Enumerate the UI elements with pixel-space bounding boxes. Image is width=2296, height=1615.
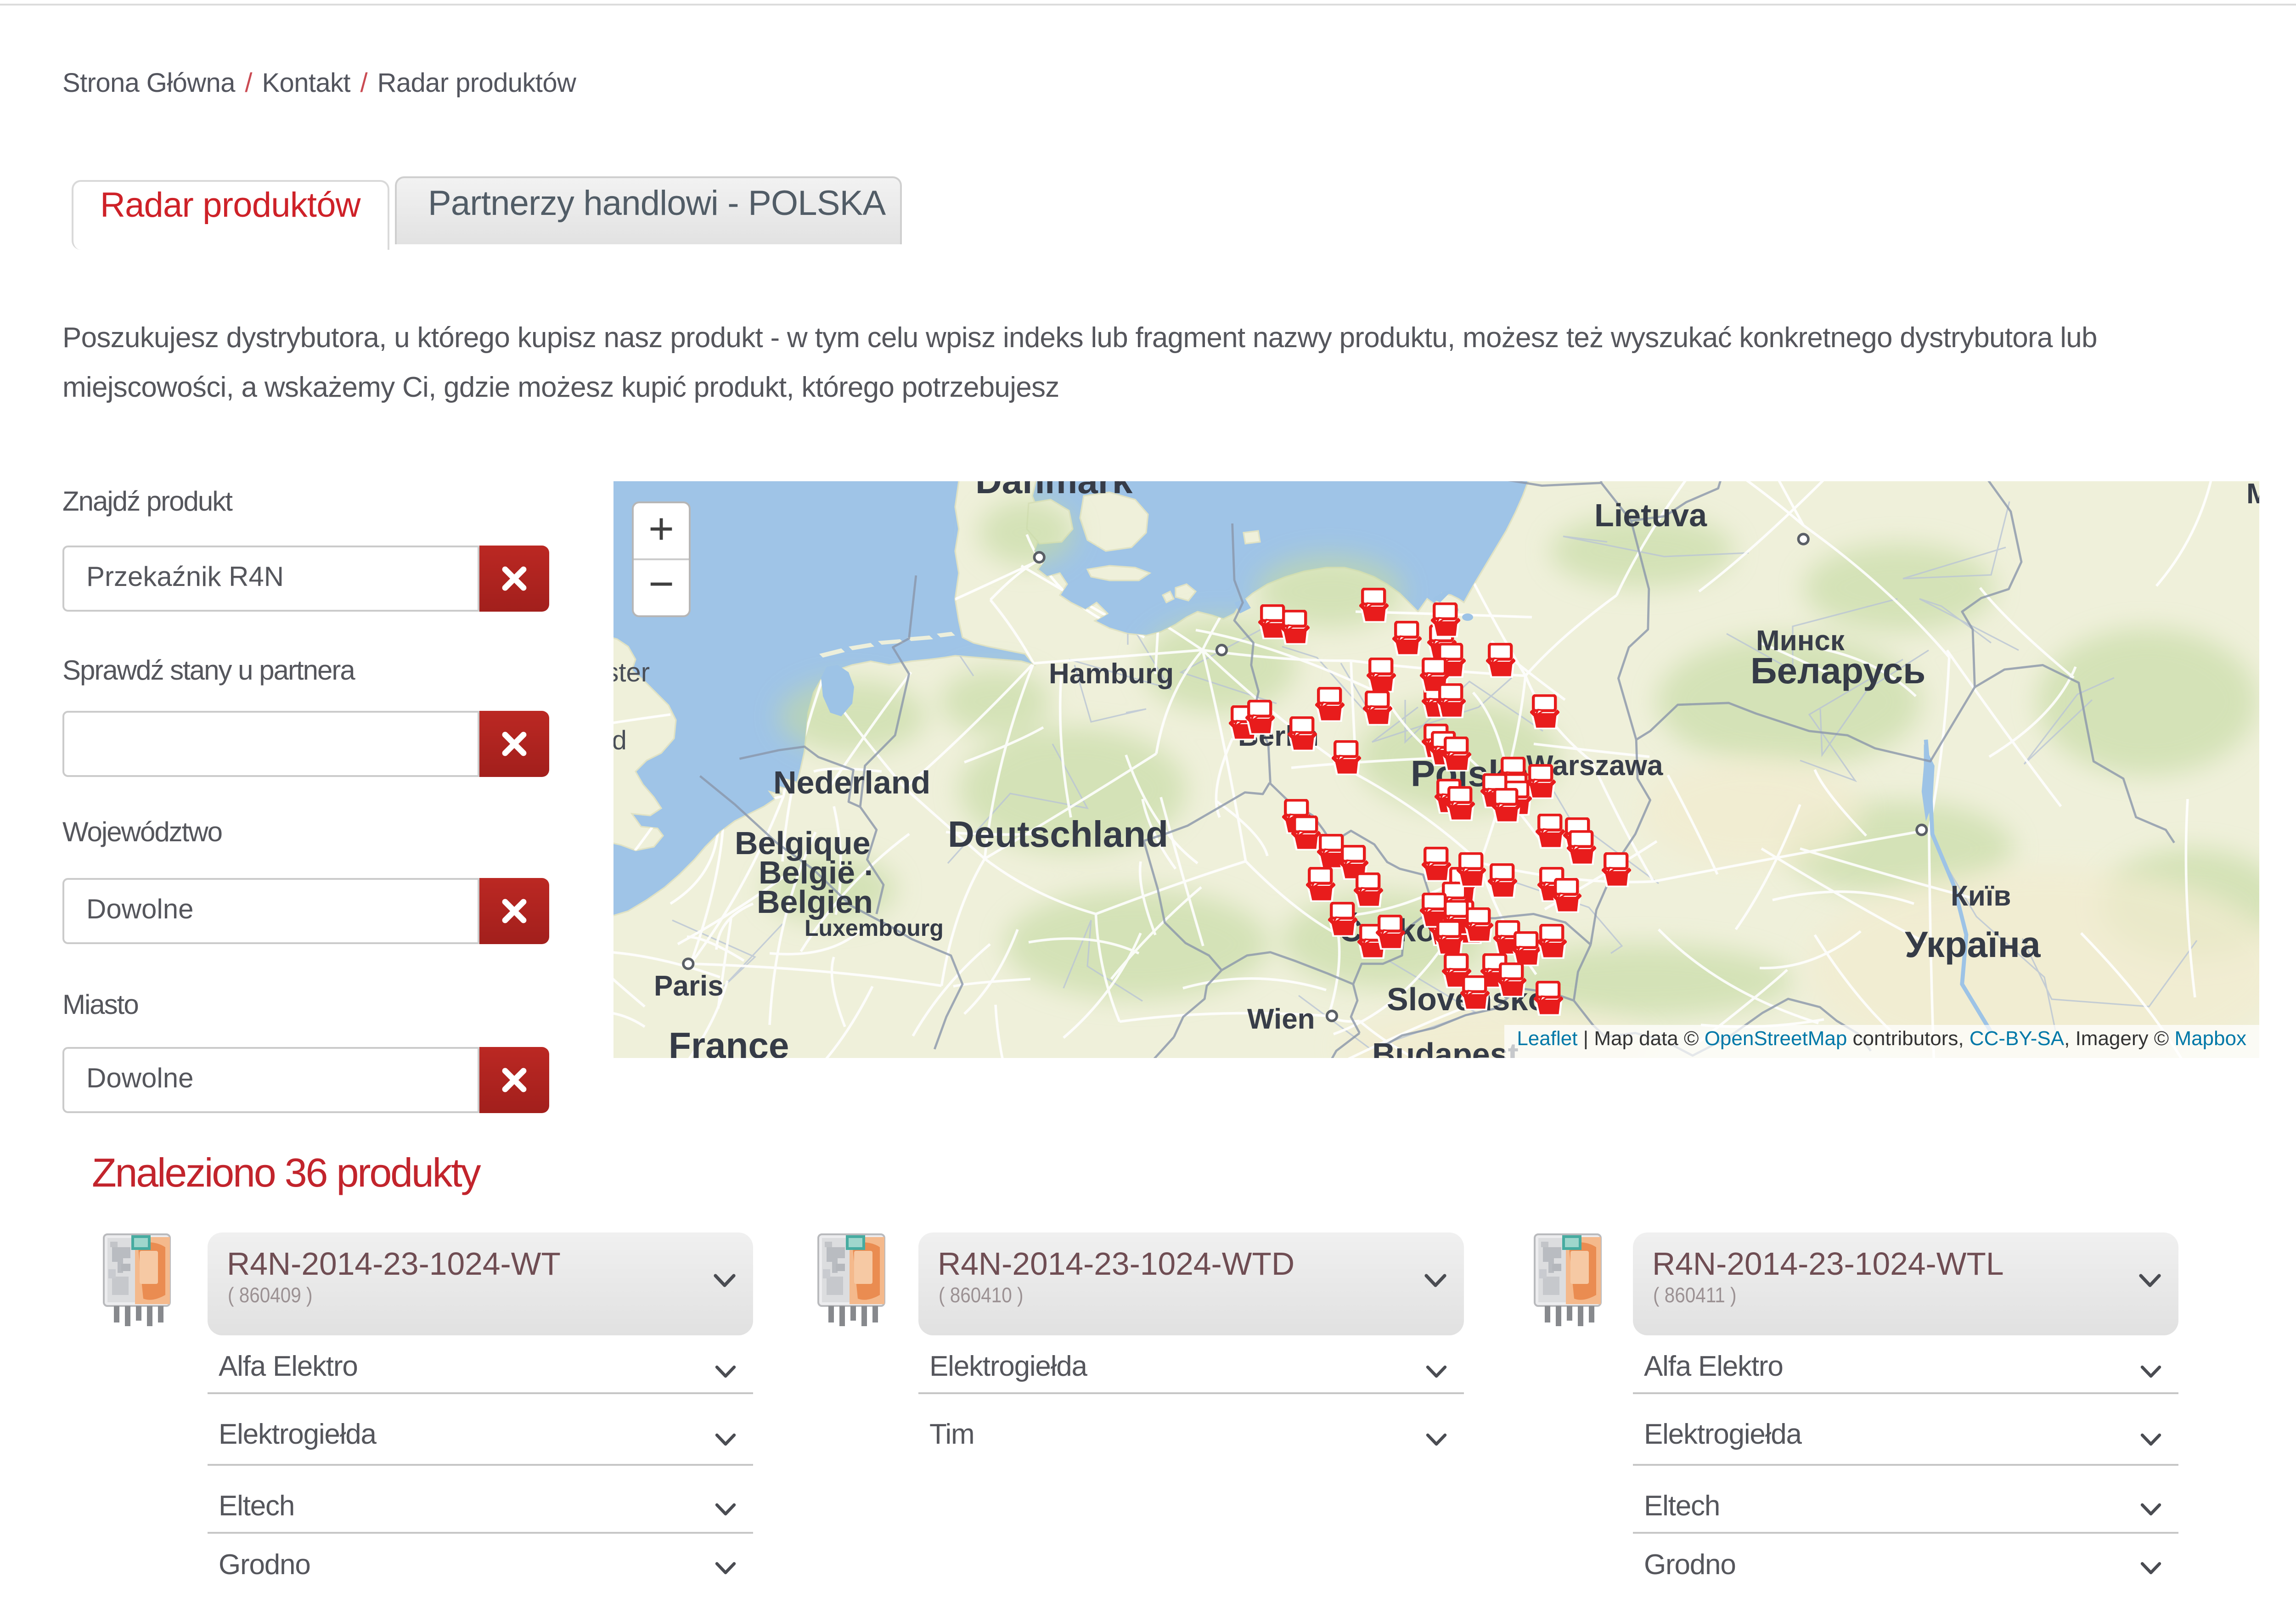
svg-text:Hamburg: Hamburg [1049,658,1174,690]
svg-text:Manchester: Manchester [613,658,650,687]
svg-text:Київ: Київ [1951,880,2011,912]
svg-text:Nederland: Nederland [773,765,930,800]
svg-text:Danmark: Danmark [975,481,1133,501]
svg-text:Paris: Paris [654,970,724,1002]
svg-text:England: England [613,726,627,755]
svg-text:M: M [2246,481,2259,510]
svg-text:Budapest: Budapest [1372,1036,1519,1058]
svg-text:Минск: Минск [1756,625,1845,657]
svg-text:Deutschland: Deutschland [948,814,1168,855]
svg-text:Luxembourg: Luxembourg [805,915,944,941]
svg-text:Belgien: Belgien [757,884,873,920]
svg-text:Wien: Wien [1247,1003,1315,1035]
svg-text:Lietuva: Lietuva [1594,497,1707,533]
svg-text:France: France [669,1025,789,1058]
svg-text:Україна: Україна [1905,924,2041,965]
